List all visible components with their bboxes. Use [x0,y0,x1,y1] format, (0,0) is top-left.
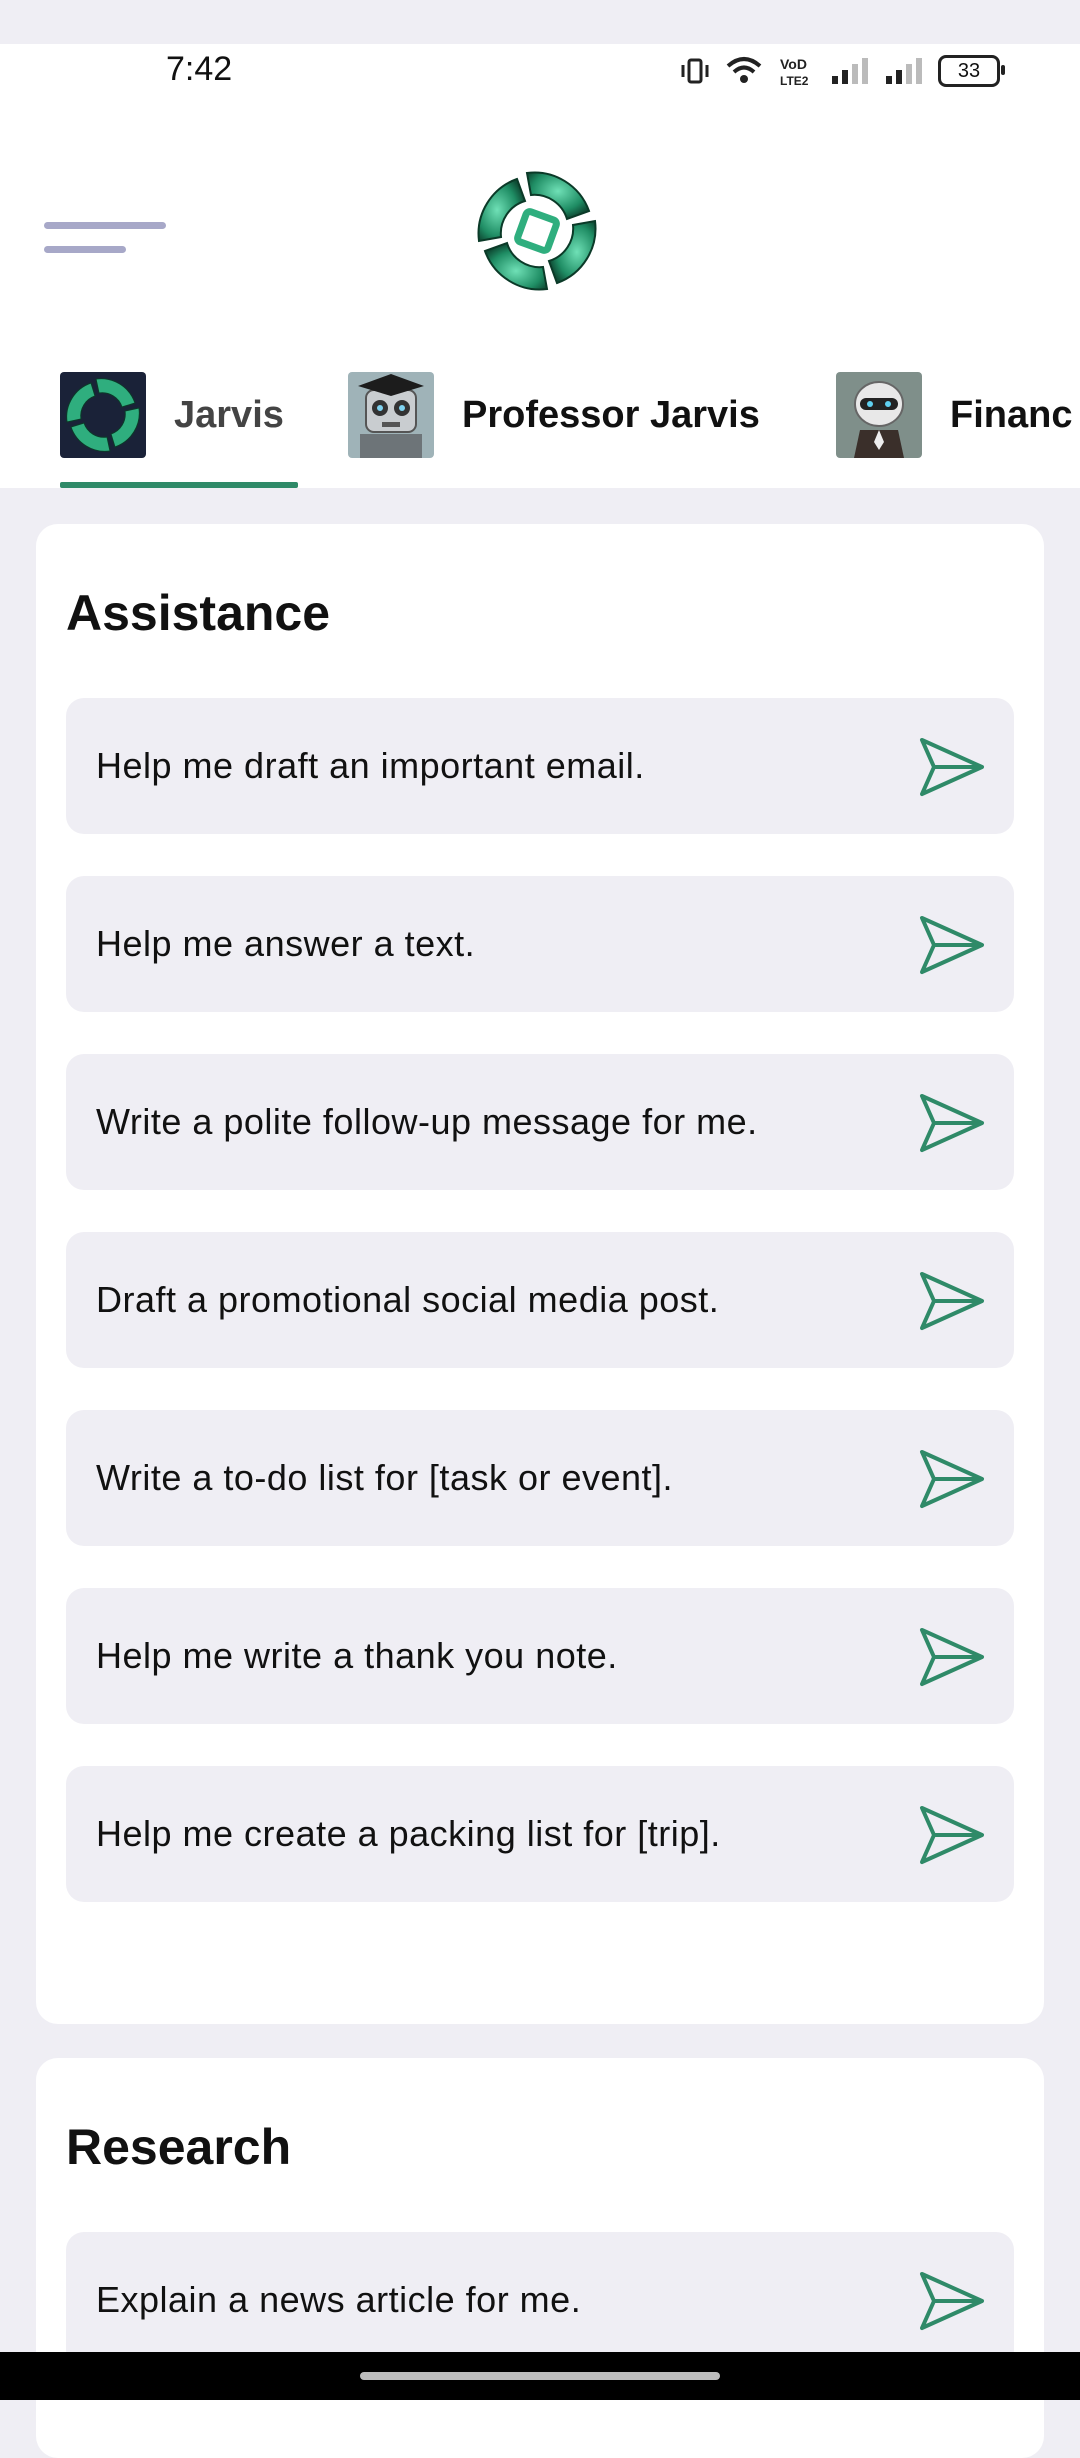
app-logo-icon [470,164,604,298]
battery-level: 33 [957,59,981,82]
status-icons: VoD LTE2 33 [680,54,1005,88]
jarvis-avatar [60,372,146,458]
status-bar: 7:42 VoD LTE2 33 [0,44,1080,104]
prompt-text: Help me answer a text. [96,923,476,964]
volte-icon: VoD LTE2 [778,54,816,88]
section-title: Research [66,2119,292,2175]
signal-icon [830,56,870,86]
send-icon[interactable] [918,1804,986,1866]
professor-jarvis-avatar [348,372,434,458]
prompt-item[interactable]: Write a to-do list for [task or event]. [66,1410,1014,1546]
svg-text:VoD: VoD [780,56,807,72]
tab-professor-jarvis[interactable]: Professor Jarvis [348,370,760,460]
send-icon[interactable] [918,1448,986,1510]
status-time: 7:42 [166,50,233,88]
prompt-text: Write a polite follow-up message for me. [96,1101,758,1142]
home-gesture-handle[interactable] [360,2372,720,2380]
prompt-item[interactable]: Draft a promotional social media post. [66,1232,1014,1368]
send-icon[interactable] [918,736,986,798]
send-icon[interactable] [918,1092,986,1154]
prompt-item[interactable]: Help me draft an important email. [66,698,1014,834]
prompt-text: Explain a news article for me. [96,2279,582,2320]
section-title: Assistance [66,585,331,641]
tab-label: Financ [950,393,1073,436]
send-icon[interactable] [918,1626,986,1688]
system-nav-bar [0,2352,1080,2400]
prompt-text: Write a to-do list for [task or event]. [96,1457,674,1498]
prompt-item[interactable]: Explain a news article for me. [66,2232,1014,2368]
svg-text:LTE2: LTE2 [780,74,809,88]
section-card-assistance: Assistance Help me draft an important em… [36,524,1044,2024]
tab-label: Professor Jarvis [462,393,760,436]
top-strip [0,0,1080,44]
prompt-item[interactable]: Help me answer a text. [66,876,1014,1012]
battery-icon: 33 [938,55,1005,87]
prompt-item[interactable]: Help me write a thank you note. [66,1588,1014,1724]
app-header [0,104,1080,344]
tab-jarvis[interactable]: Jarvis [60,370,284,460]
tab-finance[interactable]: Financ [836,370,1072,460]
prompt-text: Draft a promotional social media post. [96,1279,720,1320]
send-icon[interactable] [918,914,986,976]
active-tab-indicator [60,482,298,488]
wifi-icon [724,56,764,86]
send-icon[interactable] [918,2270,986,2332]
prompt-item[interactable]: Help me create a packing list for [trip]… [66,1766,1014,1902]
prompt-item[interactable]: Write a polite follow-up message for me. [66,1054,1014,1190]
send-icon[interactable] [918,1270,986,1332]
tab-label: Jarvis [174,393,284,436]
finance-avatar [836,372,922,458]
signal-icon [884,56,924,86]
vibrate-icon [680,56,710,86]
prompt-text: Help me draft an important email. [96,745,645,786]
hamburger-menu-icon[interactable] [44,216,168,264]
prompt-text: Help me create a packing list for [trip]… [96,1813,721,1854]
prompt-text: Help me write a thank you note. [96,1635,618,1676]
assistant-tabs: Jarvis Professor Jarvis Financ [0,344,1080,488]
